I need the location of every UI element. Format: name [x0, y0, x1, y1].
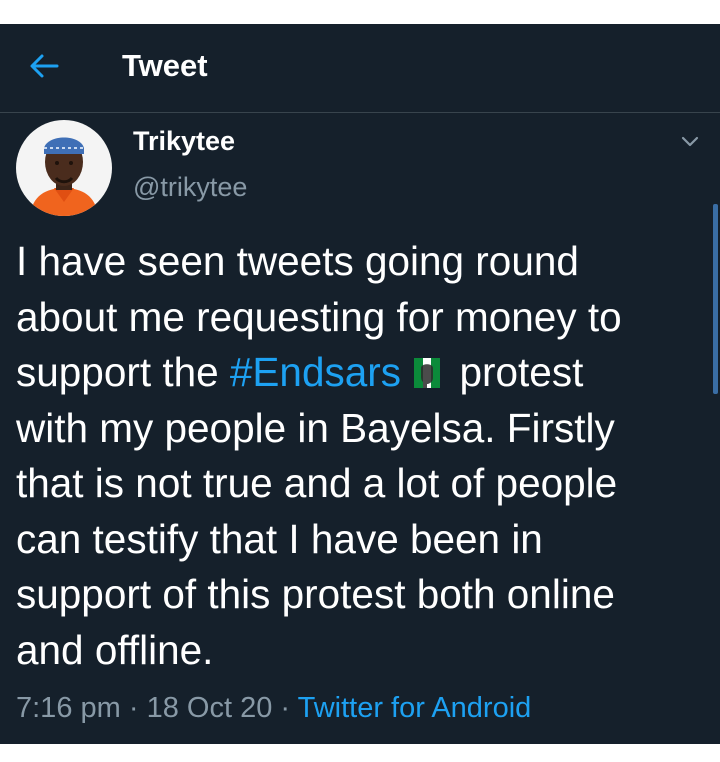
bottom-margin: [0, 744, 720, 762]
arrow-left-icon: [30, 54, 59, 78]
raised-fist-emoji: [414, 358, 441, 388]
tweet-line: support the: [16, 349, 230, 395]
tweet-line: with my people in Bayelsa. Firstly: [16, 404, 615, 451]
tweet-line: I have seen tweets going round: [16, 238, 579, 284]
tweet-time: 7:16 pm: [16, 692, 121, 724]
meta-separator: ·: [120, 692, 147, 724]
tweet-line: support of this protest both online: [16, 571, 615, 617]
top-app-bar: Tweet: [0, 24, 720, 113]
back-button[interactable]: [22, 48, 66, 84]
chevron-down-icon: [681, 136, 699, 147]
tweet-screen: Tweet Trikytee @trikytee I have seen twe…: [0, 24, 720, 744]
tweet-line: about me requesting for money to: [16, 293, 622, 340]
tweet-line: and offline.: [16, 626, 214, 673]
hashtag-link[interactable]: #Endsars: [230, 349, 401, 395]
profile-photo: [16, 120, 112, 216]
tweet-line: protest: [448, 349, 584, 395]
tweet-date: 18 Oct 20: [146, 692, 273, 724]
avatar[interactable]: [16, 120, 112, 216]
tweet-meta: 7:16 pm · 18 Oct 20 · Twitter for Androi…: [16, 688, 531, 728]
author-handle[interactable]: @trikytee: [133, 170, 247, 204]
page-title: Tweet: [122, 48, 208, 83]
tweet-source-link[interactable]: Twitter for Android: [298, 692, 532, 724]
meta-separator: ·: [272, 692, 298, 724]
more-options-button[interactable]: [676, 130, 704, 154]
tweet-line: that is not true and a lot of people: [16, 460, 618, 506]
tweet-line: can testify that I have been in: [16, 515, 543, 562]
author-name[interactable]: Trikytee: [133, 124, 235, 158]
scrollbar[interactable]: [713, 204, 718, 394]
tweet-text: I have seen tweets going round about me …: [16, 234, 706, 678]
